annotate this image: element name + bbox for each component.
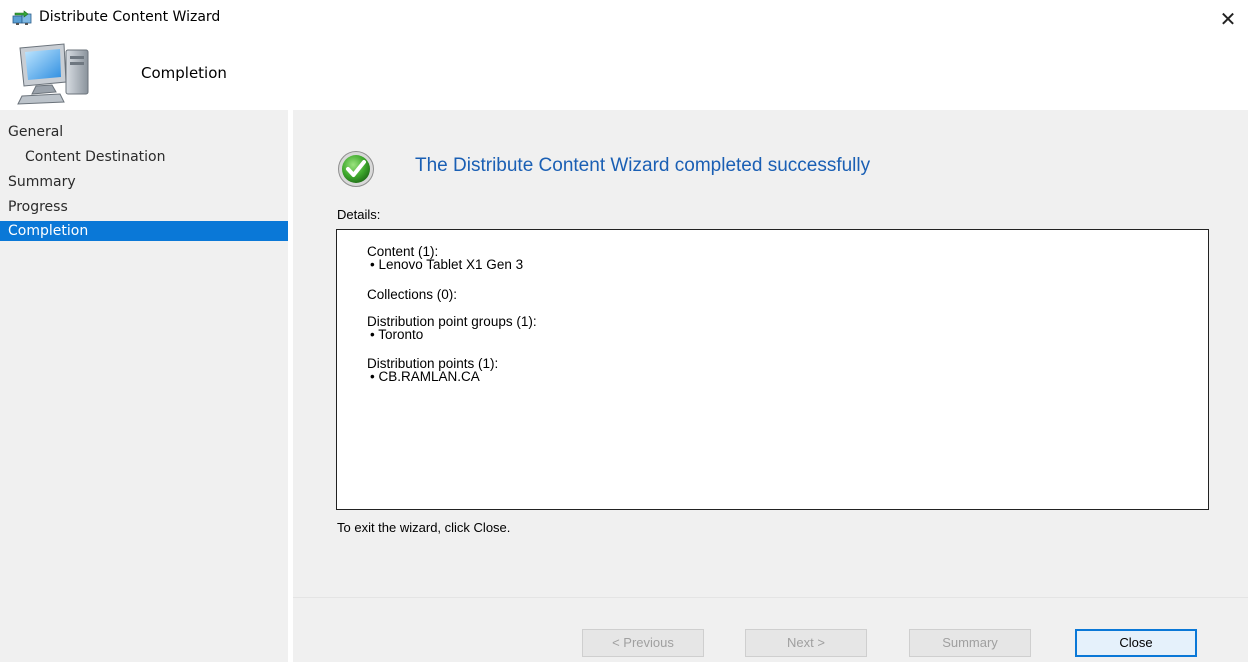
details-label: Details:	[337, 207, 381, 222]
details-group-content: Content (1): • Lenovo Tablet X1 Gen 3	[367, 245, 524, 272]
summary-button[interactable]: Summary	[909, 629, 1031, 657]
next-button[interactable]: Next >	[745, 629, 867, 657]
sidebar-item-summary[interactable]: Summary	[0, 172, 288, 192]
details-group-collections: Collections (0):	[367, 287, 458, 302]
details-group-dp: Distribution points (1): • CB.RAMLAN.CA	[367, 357, 498, 384]
previous-button[interactable]: < Previous	[582, 629, 704, 657]
close-icon[interactable]: ✕	[1215, 6, 1241, 32]
wizard-nav: General Content Destination Summary Prog…	[0, 110, 288, 662]
sidebar-item-label: General	[8, 124, 64, 140]
page-title: Completion	[141, 64, 227, 82]
computer-icon	[17, 43, 89, 105]
sidebar-item-progress[interactable]: Progress	[0, 197, 288, 217]
window-title: Distribute Content Wizard	[39, 9, 221, 25]
sidebar-item-label: Content Destination	[25, 149, 166, 165]
sidebar-item-label: Progress	[8, 199, 68, 215]
wizard-header: Completion	[0, 38, 1248, 110]
exit-instructions: To exit the wizard, click Close.	[337, 520, 511, 535]
details-group-dp-groups: Distribution point groups (1): • Toronto	[367, 315, 537, 342]
sidebar-item-label: Completion	[8, 223, 89, 239]
success-check-icon	[338, 151, 374, 187]
success-heading: The Distribute Content Wizard completed …	[415, 155, 871, 176]
details-item: • CB.RAMLAN.CA	[370, 369, 480, 384]
sidebar-item-content-destination[interactable]: Content Destination	[0, 147, 288, 167]
distribute-content-icon	[12, 10, 32, 25]
wizard-footer: < Previous Next > Summary Close	[293, 597, 1248, 662]
sidebar-item-completion[interactable]: Completion	[0, 221, 288, 241]
sidebar-item-label: Summary	[8, 174, 76, 190]
title-bar: Distribute Content Wizard ✕	[0, 0, 1248, 38]
details-item: • Lenovo Tablet X1 Gen 3	[370, 257, 524, 272]
details-box[interactable]: Content (1): • Lenovo Tablet X1 Gen 3 Co…	[336, 229, 1209, 510]
close-button[interactable]: Close	[1075, 629, 1197, 657]
details-item: • Toronto	[370, 327, 424, 342]
sidebar-item-general[interactable]: General	[0, 122, 288, 142]
wizard-content: The Distribute Content Wizard completed …	[293, 110, 1248, 597]
details-group-header: Collections (0):	[367, 287, 458, 302]
